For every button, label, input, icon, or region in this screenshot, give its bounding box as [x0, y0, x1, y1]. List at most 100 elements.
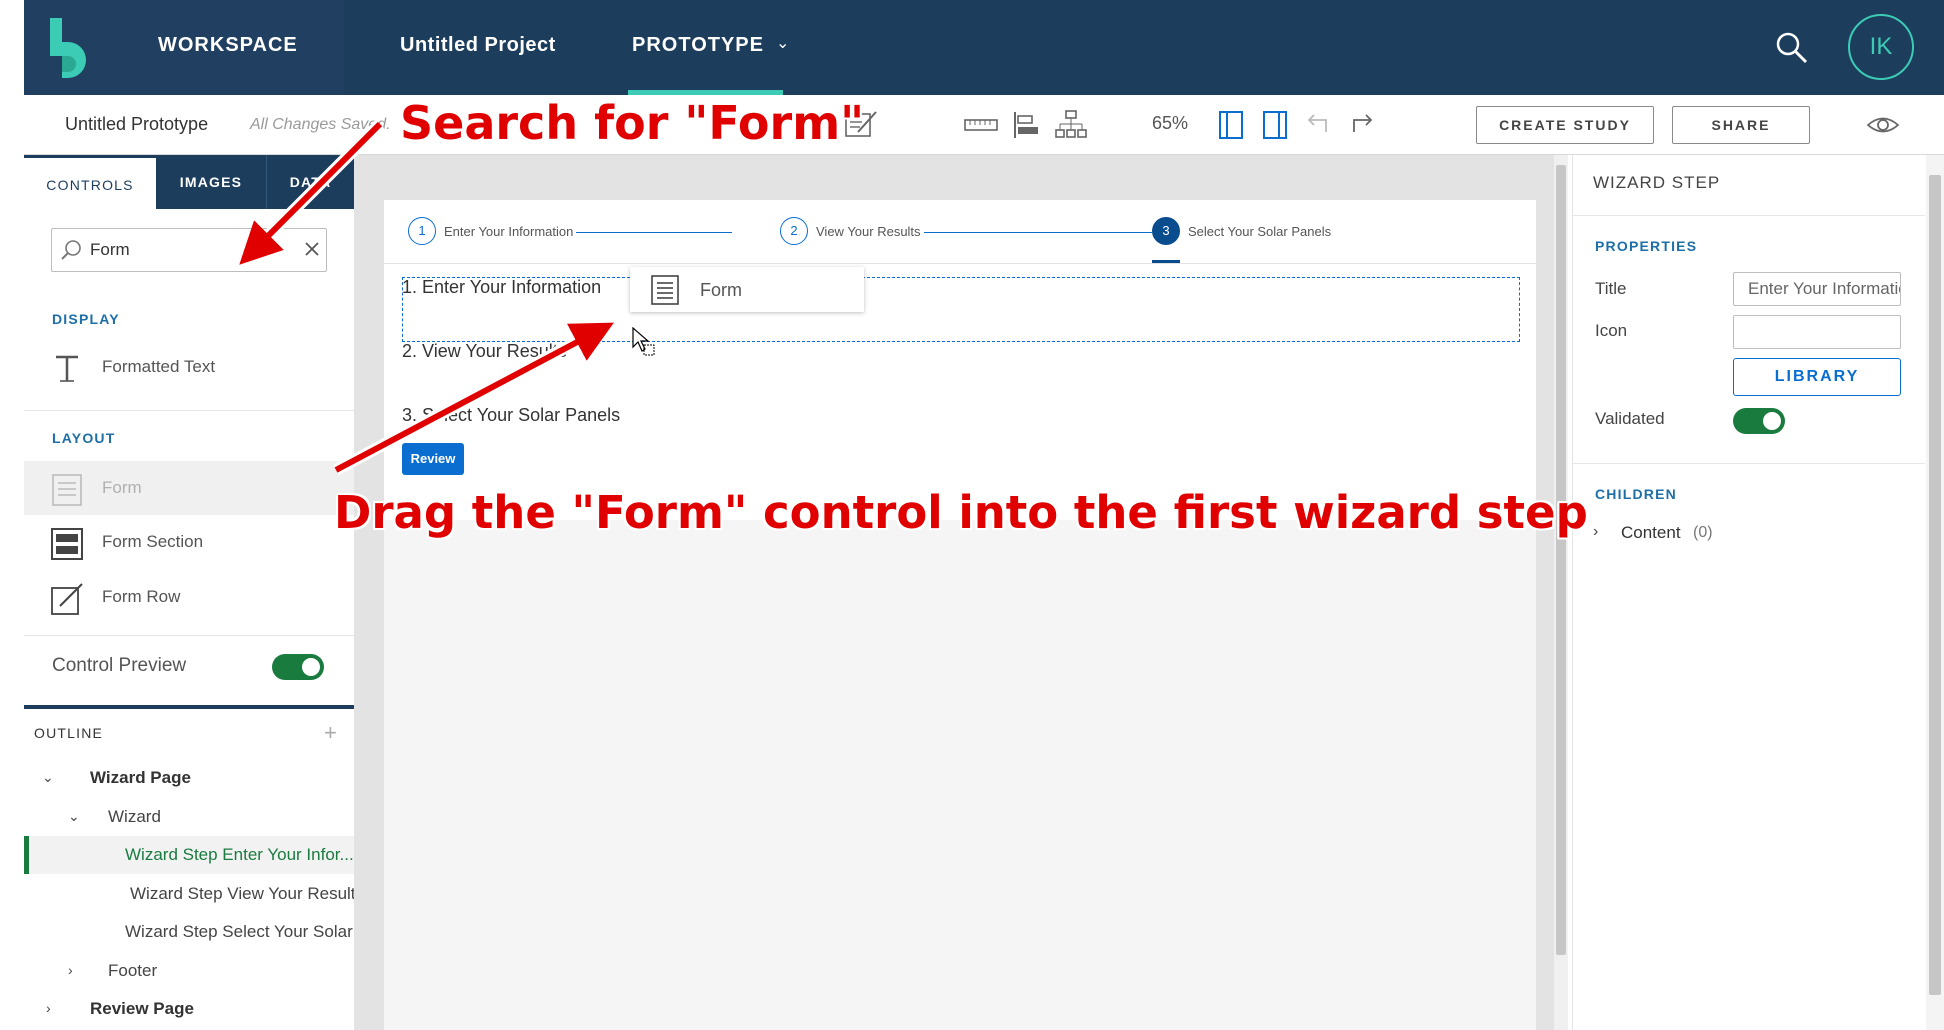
- control-search-input[interactable]: [90, 237, 290, 263]
- wizard-content-line: 3. Select Your Solar Panels: [402, 405, 621, 425]
- wizard-content-line: 1. Enter Your Information: [402, 277, 602, 297]
- chevron-down-icon[interactable]: ⌄: [776, 33, 789, 53]
- toggle-left-panel-icon[interactable]: [1214, 110, 1248, 140]
- divider: [24, 635, 354, 636]
- tab-data[interactable]: DATA: [266, 155, 354, 209]
- top-navigation-bar: WORKSPACE Untitled Project PROTOTYPE ⌄ I…: [24, 0, 1944, 95]
- title-field[interactable]: Enter Your Information: [1733, 272, 1901, 306]
- step-connector: [576, 232, 732, 233]
- outline-item-wizard-step-3[interactable]: Wizard Step Select Your Solar ...: [24, 913, 372, 951]
- layout-section-label: LAYOUT: [52, 430, 116, 446]
- redo-icon[interactable]: [1344, 110, 1378, 140]
- outline-item-wizard-page[interactable]: ⌄ Wizard Page: [24, 759, 354, 797]
- control-label: Form Section: [102, 532, 204, 551]
- wizard-content-line: 2. View Your Results: [402, 341, 567, 361]
- outline-item-label: Wizard Page: [90, 768, 191, 787]
- design-canvas[interactable]: 1 Enter Your Information 2 View Your Res…: [354, 155, 1554, 1030]
- prototype-title[interactable]: Untitled Prototype: [65, 114, 208, 135]
- drag-ghost-form: Form: [630, 267, 864, 312]
- canvas-scrollbar[interactable]: [1554, 155, 1568, 1030]
- step-number: 2: [780, 217, 808, 245]
- search-icon[interactable]: [1774, 30, 1810, 66]
- control-preview-label: Control Preview: [52, 655, 187, 676]
- control-label: Form Row: [102, 587, 181, 606]
- control-preview-toggle[interactable]: [272, 654, 324, 680]
- current-step-underline: [1152, 260, 1180, 263]
- chevron-right-icon[interactable]: ›: [68, 962, 73, 978]
- workspace-link[interactable]: WORKSPACE: [158, 34, 298, 57]
- zoom-level[interactable]: 65%: [1152, 113, 1188, 134]
- preview-eye-icon[interactable]: [1866, 110, 1900, 140]
- prototype-tab-label: PROTOTYPE: [632, 34, 764, 56]
- tab-images[interactable]: IMAGES: [156, 155, 266, 209]
- step-connector: [924, 232, 1152, 233]
- create-study-button[interactable]: CREATE STUDY: [1476, 106, 1654, 144]
- outline-item-label: Review Page: [90, 999, 194, 1018]
- step-label: Select Your Solar Panels: [1188, 224, 1332, 239]
- step-label: Enter Your Information: [444, 224, 574, 239]
- outline-item-label: Wizard Step Select Your Solar ...: [125, 922, 372, 941]
- validated-label: Validated: [1595, 409, 1665, 428]
- control-formatted-text[interactable]: Formatted Text: [24, 340, 354, 394]
- control-preview-row: Control Preview: [24, 640, 354, 694]
- outline-item-wizard-step-1[interactable]: Wizard Step Enter Your Infor...: [24, 836, 354, 874]
- chevron-right-icon[interactable]: ›: [46, 1000, 51, 1016]
- outline-item-label: Footer: [108, 961, 158, 980]
- step-number: 1: [408, 217, 436, 245]
- chevron-down-icon[interactable]: ⌄: [42, 769, 54, 786]
- outline-item-wizard-step-2[interactable]: Wizard Step View Your Results: [24, 875, 364, 913]
- app-logo-icon[interactable]: [50, 18, 90, 78]
- project-name-link[interactable]: Untitled Project: [400, 34, 556, 57]
- chevron-right-icon[interactable]: ›: [1593, 523, 1598, 541]
- close-icon[interactable]: [302, 239, 322, 259]
- children-section-label: CHILDREN: [1595, 486, 1677, 502]
- outline-item-label: Wizard Step Enter Your Infor...: [125, 845, 354, 864]
- content-label: Content: [1621, 523, 1681, 542]
- prototype-artboard[interactable]: 1 Enter Your Information 2 View Your Res…: [384, 200, 1536, 1030]
- align-left-icon[interactable]: [1010, 110, 1044, 140]
- panel-title: WIZARD STEP: [1593, 173, 1721, 192]
- prototype-tab[interactable]: PROTOTYPE ⌄: [628, 0, 789, 95]
- outline-item-footer[interactable]: › Footer: [24, 952, 354, 990]
- step-label: View Your Results: [816, 224, 921, 239]
- editor-toolbar: Untitled Prototype All Changes Saved. 65…: [24, 95, 1944, 155]
- divider: [1573, 463, 1925, 464]
- control-label: Form: [102, 478, 142, 497]
- sitemap-icon[interactable]: [1054, 110, 1088, 140]
- share-button[interactable]: SHARE: [1672, 106, 1810, 144]
- outline-item-review-page[interactable]: › Review Page: [24, 990, 354, 1028]
- content-count: (0): [1693, 524, 1713, 541]
- children-content-row[interactable]: › Content (0): [1593, 521, 1793, 547]
- validated-toggle[interactable]: [1733, 408, 1785, 434]
- text-format-icon: [56, 355, 78, 382]
- scrollbar-thumb[interactable]: [1929, 175, 1941, 995]
- control-form[interactable]: Form: [24, 461, 354, 515]
- wizard-progress-bar: 1 Enter Your Information 2 View Your Res…: [384, 200, 1536, 264]
- scrollbar-thumb[interactable]: [1556, 165, 1566, 955]
- add-icon[interactable]: +: [324, 720, 337, 746]
- review-button[interactable]: Review: [402, 443, 464, 475]
- title-field-label: Title: [1595, 279, 1627, 298]
- tab-controls[interactable]: CONTROLS: [24, 155, 156, 209]
- divider: [24, 410, 354, 411]
- annotation-drag-hint: Drag the "Form" control into the first w…: [334, 486, 1588, 539]
- control-form-row[interactable]: Form Row: [24, 570, 354, 624]
- properties-section-label: PROPERTIES: [1595, 238, 1698, 254]
- toggle-right-panel-icon[interactable]: [1258, 110, 1292, 140]
- divider: [1573, 215, 1925, 216]
- selection-indicator: [24, 836, 29, 874]
- outline-item-wizard[interactable]: ⌄ Wizard: [24, 798, 354, 836]
- undo-icon[interactable]: [1302, 110, 1336, 140]
- save-status: All Changes Saved.: [250, 116, 391, 133]
- user-avatar[interactable]: IK: [1848, 14, 1914, 80]
- drag-ghost-label: Form: [700, 280, 742, 300]
- ruler-icon[interactable]: [964, 110, 998, 140]
- library-button[interactable]: LIBRARY: [1733, 358, 1901, 396]
- control-search-box[interactable]: [51, 228, 327, 272]
- chevron-down-icon[interactable]: ⌄: [68, 808, 80, 825]
- outline-divider: [24, 705, 354, 709]
- icon-field[interactable]: [1733, 315, 1901, 349]
- outline-item-label: Wizard: [108, 807, 161, 826]
- control-form-section[interactable]: Form Section: [24, 515, 354, 569]
- properties-scrollbar[interactable]: [1926, 155, 1944, 1030]
